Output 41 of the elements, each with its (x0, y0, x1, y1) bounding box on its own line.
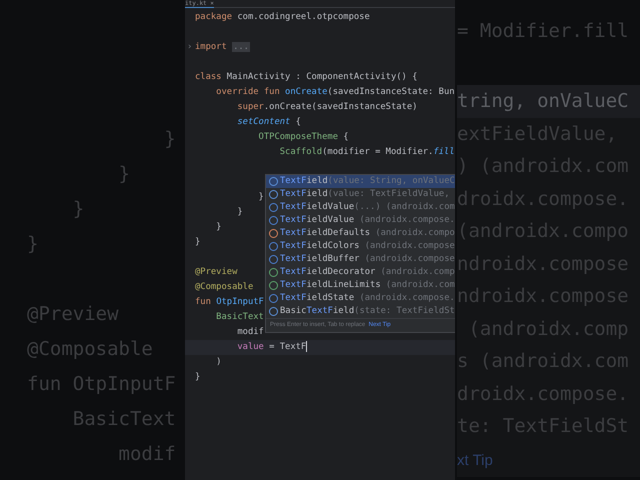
code-line: import ... (195, 42, 250, 52)
text-caret (306, 341, 308, 352)
code-line: fun OtpInputF (195, 297, 264, 307)
completion-item[interactable]: TextField(value: TextFieldValue, (266, 188, 455, 201)
code-line: } (195, 372, 200, 382)
code-line: } (215, 222, 222, 232)
code-line: } (236, 207, 243, 217)
backdrop-code-line: tring, onValueC (457, 90, 629, 112)
code-line: package com.codingreel.otpcompose (195, 12, 370, 22)
backdrop-code-line: } (163, 128, 176, 150)
code-line: } (258, 192, 264, 202)
completion-item[interactable]: TextFieldValue(...) (androidx.com (266, 201, 455, 214)
completion-item[interactable]: TextField(value: String, onValueC (266, 175, 455, 188)
function-icon (269, 307, 278, 316)
completion-item[interactable]: TextFieldDefaults (androidx.compo (266, 227, 455, 240)
code-line: value = TextF (236, 342, 306, 352)
completion-item[interactable]: TextFieldLineLimits (androidx.com (266, 279, 455, 292)
object-icon (269, 229, 278, 238)
code-line: } (195, 237, 200, 247)
backdrop-tip-text: xt Tip (457, 452, 493, 468)
code-line: Scaffold(modifier = Modifier.fill (278, 147, 455, 157)
code-line: override fun onCreate(savedInstanceState: Bun (215, 87, 455, 97)
completion-item[interactable]: TextFieldColors (androidx.compose (266, 240, 455, 253)
class-icon (269, 294, 278, 303)
code-line: class MainActivity : ComponentActivity() { (195, 72, 418, 82)
completion-item[interactable]: TextFieldValue (androidx.compose. (266, 214, 455, 227)
code-line: ) (215, 357, 222, 367)
completion-item[interactable]: TextFieldBuffer (androidx.compose (266, 253, 455, 266)
backdrop-code-line: } (118, 163, 130, 185)
completion-item[interactable]: BasicTextField(state: TextFieldSt (266, 305, 455, 318)
completion-item[interactable]: TextFieldDecorator (androidx.comp (266, 266, 455, 279)
code-line: super.onCreate(savedInstanceState) (236, 102, 418, 112)
code-line: @Preview (195, 267, 238, 277)
code-line: @Composable (195, 282, 254, 292)
code-line: OTPComposeTheme { (258, 132, 349, 142)
code-line: setContent { (236, 117, 301, 127)
code-line: BasicText (215, 312, 264, 322)
backdrop-code-line: } (27, 233, 38, 255)
backdrop-code-line: } (72, 198, 84, 220)
code-line: modif (236, 327, 264, 337)
completion-item[interactable]: TextFieldState (androidx.compose. (266, 292, 455, 305)
